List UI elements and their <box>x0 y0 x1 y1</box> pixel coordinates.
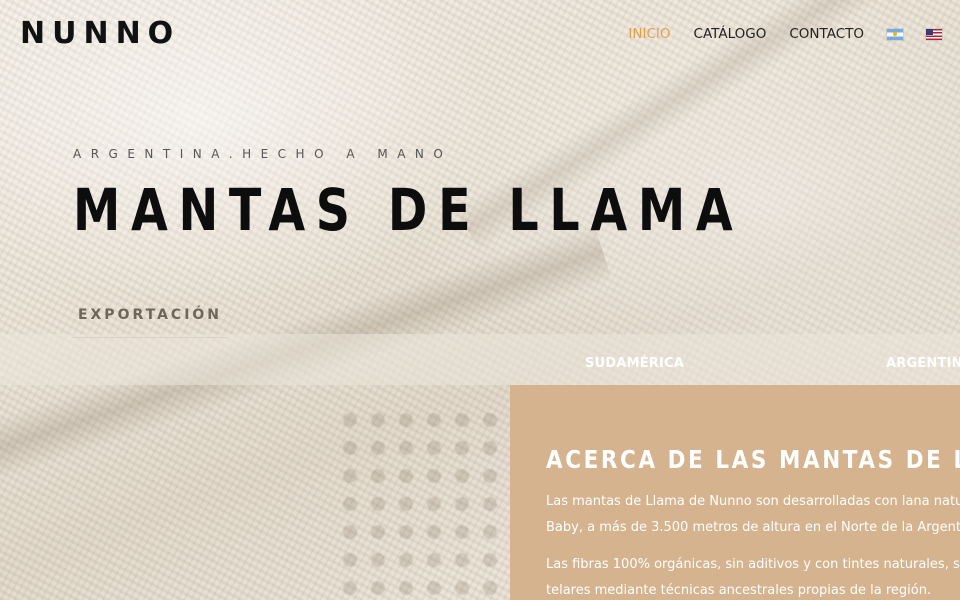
blanket-fringe-texture <box>330 400 530 600</box>
nav-item-inicio[interactable]: INICIO <box>628 26 670 42</box>
exportacion-button[interactable]: EXPORTACIÓN <box>73 292 227 338</box>
argentina-flag-icon[interactable] <box>887 28 903 40</box>
about-paragraph-line: telares mediante técnicas ancestrales pr… <box>546 583 932 598</box>
about-title: ACERCA DE LAS MANTAS DE LLAMA <box>546 445 960 474</box>
region-strip: SUDAMÉRICA ARGENTINA <box>0 334 960 385</box>
about-paragraph-line: Baby, a más de 3.500 metros de altura en… <box>546 520 960 535</box>
about-paragraph: Las mantas de Llama de Nunno son desarro… <box>546 489 960 541</box>
about-panel: ACERCA DE LAS MANTAS DE LLAMA Las mantas… <box>510 385 960 600</box>
nav-item-contacto[interactable]: CONTACTO <box>789 26 864 42</box>
brand-logo[interactable]: NUNNO <box>20 16 180 51</box>
about-paragraph-line: Las mantas de Llama de Nunno son desarro… <box>546 494 960 509</box>
nav-item-catalogo[interactable]: CATÁLOGO <box>694 26 767 42</box>
hero-title: MANTAS DE LLAMA <box>73 176 744 244</box>
about-paragraph-line: Las fibras 100% orgánicas, sin aditivos … <box>546 557 960 572</box>
about-paragraph: Las fibras 100% orgánicas, sin aditivos … <box>546 552 960 600</box>
region-item-sudamerica[interactable]: SUDAMÉRICA <box>585 356 684 371</box>
hero-subtitle: ARGENTINA.HECHO A MANO <box>73 147 453 161</box>
site-header: NUNNO INICIO CATÁLOGO CONTACTO <box>0 0 960 70</box>
usa-flag-icon[interactable] <box>926 28 942 40</box>
region-item-argentina[interactable]: ARGENTINA <box>886 356 960 371</box>
main-nav: INICIO CATÁLOGO CONTACTO <box>628 26 942 42</box>
